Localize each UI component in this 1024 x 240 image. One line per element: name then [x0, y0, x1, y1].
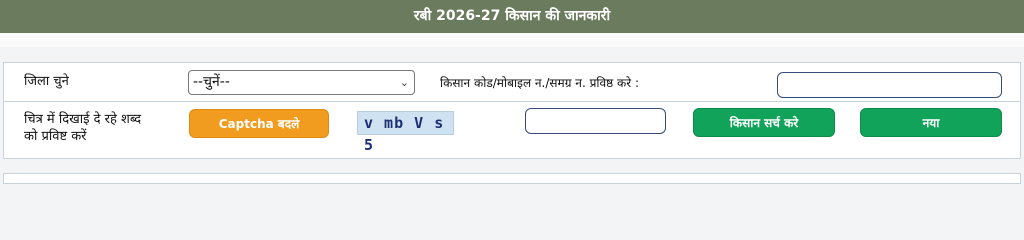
page-header: रबी 2026-27 किसान की जानकारी: [0, 0, 1024, 33]
captcha-change-button[interactable]: Captcha बदले: [189, 109, 329, 138]
district-select-value: --चुनें--: [193, 74, 230, 90]
new-button[interactable]: नया: [860, 108, 1002, 137]
form-row-divider: [3, 101, 1021, 102]
district-select[interactable]: --चुनें-- ⌄: [188, 70, 415, 95]
page-title: रबी 2026-27 किसान की जानकारी: [413, 8, 611, 24]
farmer-id-input[interactable]: [777, 72, 1002, 98]
farmer-id-label: किसान कोड/मोबाइल न./समग्र न. प्रविष्ठ कर…: [440, 76, 640, 90]
district-label: जिला चुने: [24, 74, 69, 89]
results-bar: [3, 173, 1021, 184]
chevron-down-icon: ⌄: [399, 76, 409, 89]
search-farmer-button[interactable]: किसान सर्च करे: [693, 108, 835, 137]
captcha-prompt-line2: को प्रविष्ट करें: [24, 129, 87, 144]
captcha-input[interactable]: [525, 108, 666, 134]
header-band: [0, 33, 1024, 47]
captcha-image: v mb V s 5: [357, 111, 454, 154]
captcha-prompt-line1: चित्र में दिखाई दे रहे शब्द: [24, 112, 142, 127]
